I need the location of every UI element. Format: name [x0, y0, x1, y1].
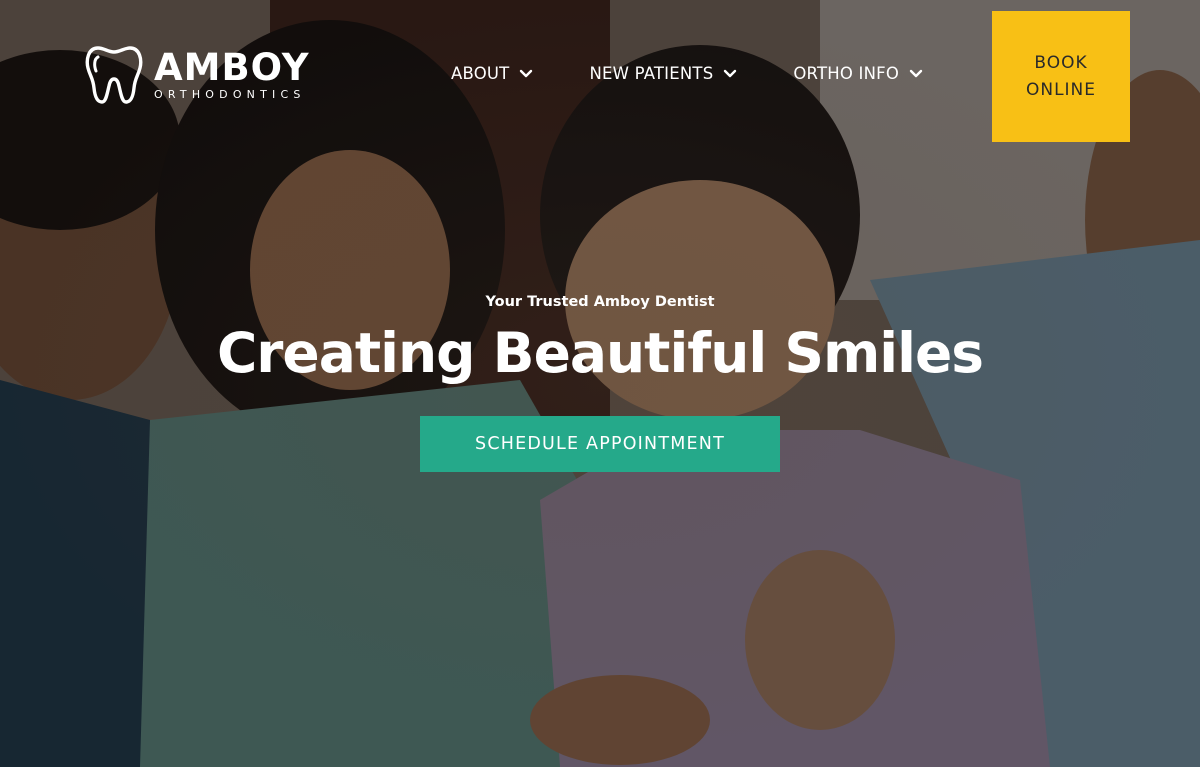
- nav-item-new-patients[interactable]: NEW PATIENTS: [589, 64, 737, 83]
- nav-item-label: ORTHO INFO: [793, 64, 900, 83]
- chevron-down-icon: [724, 69, 737, 77]
- book-online-label-line1: BOOK: [1034, 52, 1088, 73]
- book-online-label-line2: ONLINE: [1025, 79, 1097, 100]
- nav-item-label: ABOUT: [451, 64, 510, 83]
- site-logo[interactable]: AMBOY ORTHODONTICS: [84, 44, 310, 106]
- schedule-appointment-button[interactable]: SCHEDULE APPOINTMENT: [420, 416, 780, 472]
- main-nav: ABOUT NEW PATIENTS ORTHO INFO: [451, 64, 923, 83]
- hero-eyebrow: Your Trusted Amboy Dentist: [485, 294, 715, 310]
- nav-item-label: NEW PATIENTS: [589, 64, 714, 83]
- brand-name: AMBOY: [154, 45, 310, 89]
- nav-item-about[interactable]: ABOUT: [451, 64, 533, 83]
- chevron-down-icon: [909, 69, 923, 77]
- brand-subtitle: ORTHODONTICS: [154, 87, 306, 101]
- tooth-icon: [85, 46, 143, 104]
- chevron-down-icon: [520, 69, 533, 77]
- hero-headline: Creating Beautiful Smiles: [216, 321, 984, 385]
- book-online-button[interactable]: BOOK ONLINE: [992, 11, 1130, 142]
- nav-item-ortho-info[interactable]: ORTHO INFO: [793, 64, 923, 83]
